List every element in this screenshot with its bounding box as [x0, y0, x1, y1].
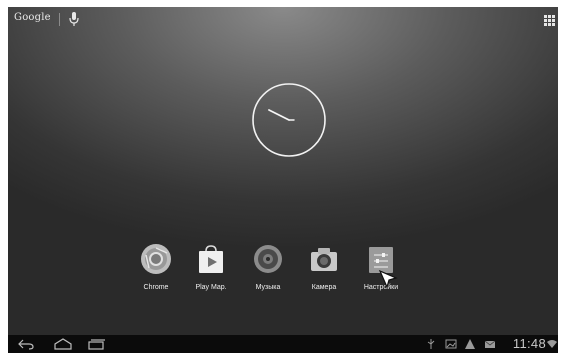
app-chrome[interactable]: Chrome [126, 243, 186, 303]
search-divider [59, 13, 60, 26]
home-screen: Google Chrome Play Map. Музыка Камера На… [8, 7, 558, 353]
microphone-icon[interactable] [66, 10, 82, 28]
app-label: Chrome [143, 284, 169, 291]
app-label: Камера [311, 284, 337, 291]
clock-hour-hand [268, 109, 290, 121]
play-store-icon [199, 245, 223, 273]
warning-icon [465, 339, 475, 349]
email-icon [484, 340, 496, 348]
screenshot-icon [445, 339, 457, 349]
all-apps-icon[interactable] [544, 15, 555, 26]
wifi-battery-icon [547, 340, 557, 348]
usb-icon [427, 339, 435, 349]
search-bar: Google [8, 7, 558, 33]
camera-icon [311, 248, 337, 271]
back-icon[interactable] [17, 337, 35, 351]
recent-apps-icon[interactable] [86, 337, 106, 351]
home-icon[interactable] [53, 337, 73, 351]
status-clock[interactable]: 11:48 [513, 336, 546, 351]
app-music[interactable]: Музыка [238, 243, 298, 303]
analog-clock-widget[interactable] [250, 81, 328, 159]
app-label: Музыка [255, 284, 281, 291]
app-play-store[interactable]: Play Map. [181, 243, 241, 303]
mouse-pointer-icon [378, 269, 398, 289]
music-speaker-icon [254, 245, 282, 273]
system-navigation-bar: 11:48 [8, 335, 558, 353]
app-label: Play Map. [195, 284, 227, 291]
chrome-icon [141, 244, 171, 274]
app-camera[interactable]: Камера [294, 243, 354, 303]
google-search-button[interactable]: Google [14, 12, 51, 23]
